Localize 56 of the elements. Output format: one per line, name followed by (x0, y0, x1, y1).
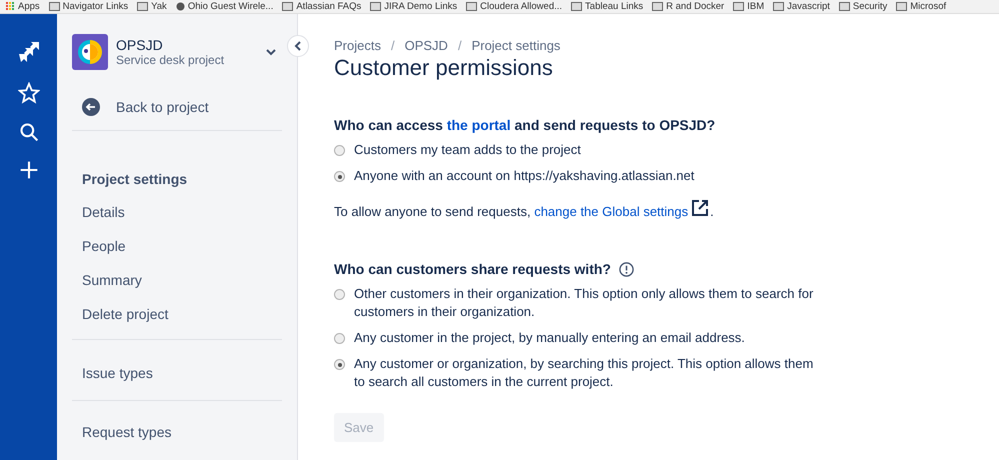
bookmark[interactable]: R and Docker (652, 1, 724, 12)
global-settings-link[interactable]: change the Global settings (534, 204, 688, 219)
radio-button[interactable] (334, 145, 345, 156)
radio-option[interactable]: Other customers in their organization. This option only allows them to search for customers in their organization. (334, 285, 814, 321)
info-icon[interactable] (618, 262, 634, 276)
bookmark[interactable]: Javascript (773, 1, 830, 12)
sidebar-item[interactable]: Request types (72, 415, 282, 449)
collapse-sidebar-button[interactable] (287, 35, 309, 57)
project-type: Service desk project (116, 53, 226, 67)
radio-option[interactable]: Any customer or organization, by searching this project. This option allows them to search all customers in the current project. (334, 355, 814, 391)
radio-button[interactable] (334, 289, 345, 300)
radio-button[interactable] (334, 333, 345, 344)
global-settings-note: To allow anyone to send requests, change the Global settings . (334, 199, 963, 219)
breadcrumb-separator: / (390, 38, 396, 53)
jira-logo-icon[interactable] (16, 40, 40, 64)
bookmark[interactable]: Tableau Links (571, 1, 644, 12)
sidebar-item[interactable]: Details (72, 195, 282, 229)
apps-grid-icon (6, 2, 15, 11)
back-to-project-link[interactable]: Back to project (72, 94, 282, 120)
radio-option[interactable]: Any customer in the project, by manually entering an email address. (334, 329, 814, 347)
external-link-icon[interactable] (691, 199, 710, 217)
radio-option[interactable]: Anyone with an account on https://yakshaving.atlassian.net (334, 167, 814, 185)
bookmark[interactable]: Atlassian FAQs (282, 1, 362, 12)
bookmark[interactable]: Cloudera Allowed... (466, 1, 562, 12)
breadcrumb-link[interactable]: Project settings (472, 38, 560, 53)
radio-button[interactable] (334, 359, 345, 370)
parrot-avatar-icon (72, 34, 108, 70)
star-icon[interactable] (18, 82, 40, 104)
project-name: OPSJD (116, 37, 164, 53)
bookmark[interactable]: Yak (137, 1, 167, 12)
bookmark[interactable]: Ohio Guest Wirele... (176, 1, 274, 12)
radio-button[interactable] (334, 171, 345, 182)
bookmark[interactable]: Security (838, 1, 888, 12)
sidebar-item[interactable]: People (72, 229, 282, 263)
sidebar-item[interactable]: Summary (72, 263, 282, 297)
sidebar-item[interactable]: Delete project (72, 297, 282, 331)
section-heading: Who can access the portal and send requests to OPSJD? (334, 117, 716, 133)
page-title: Customer permissions (334, 55, 554, 81)
section-title: Project settings (82, 171, 188, 187)
bookmark[interactable]: Microsof (896, 1, 946, 12)
bookmark[interactable]: IBM (733, 1, 764, 12)
portal-link[interactable]: the portal (446, 117, 511, 133)
breadcrumb-link[interactable]: OPSJD (404, 38, 448, 53)
sidebar-item[interactable]: Issue types (72, 356, 282, 390)
arrow-left-circle-icon (82, 98, 100, 116)
search-icon[interactable] (18, 122, 38, 142)
breadcrumb-separator: / (456, 38, 463, 53)
radio-option[interactable]: Customers my team adds to the project (334, 141, 814, 159)
chevron-down-icon[interactable] (266, 48, 276, 56)
bookmark[interactable]: Apps (6, 1, 40, 12)
bookmark[interactable]: JIRA Demo Links (370, 1, 458, 12)
chevron-left-icon (294, 41, 302, 51)
bookmark[interactable]: Navigator Links (48, 1, 128, 12)
plus-icon[interactable] (18, 160, 38, 180)
breadcrumb-link[interactable]: Projects (334, 38, 381, 53)
section-heading: Who can customers share requests with? (334, 261, 611, 277)
